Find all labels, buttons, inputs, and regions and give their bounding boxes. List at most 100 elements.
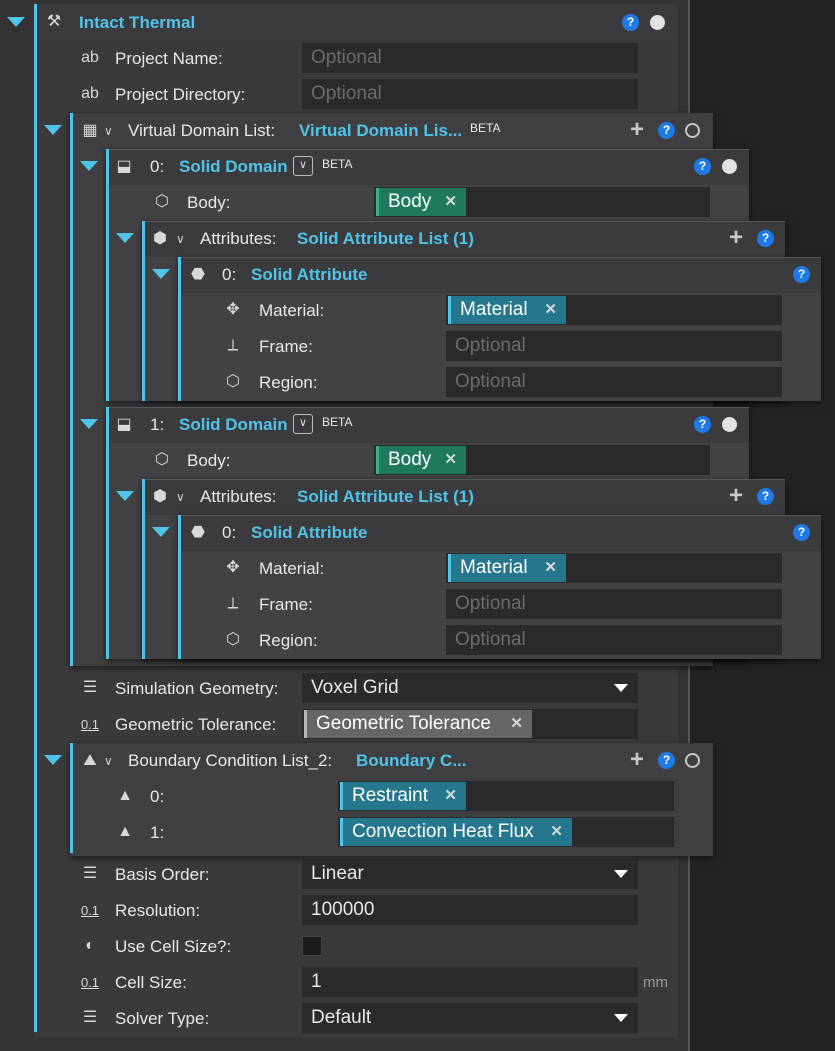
attributes-value[interactable]: Solid Attribute List (1)	[297, 487, 474, 507]
attr-0-index: 0:	[222, 265, 237, 284]
solid-icon: ⬓	[116, 158, 132, 175]
dropdown-icon[interactable]: ∨	[293, 156, 313, 176]
help-icon[interactable]: ?	[658, 122, 675, 139]
number-icon: 0.1	[80, 717, 100, 732]
domain-0-name[interactable]: Solid Domain	[179, 157, 288, 177]
resolution-field[interactable]: 100000	[302, 895, 638, 925]
boundary-icon: ▲	[117, 787, 133, 804]
body-icon: ⬡	[155, 193, 169, 210]
region-field[interactable]: Optional	[446, 367, 782, 397]
attr-1-name[interactable]: Solid Attribute	[251, 523, 367, 543]
basis-order-select[interactable]: Linear	[302, 859, 638, 889]
bc-1-chip[interactable]: Convection Heat Flux ✕	[340, 818, 572, 846]
root-title[interactable]: Intact Thermal	[79, 13, 195, 33]
close-icon[interactable]: ✕	[444, 188, 457, 216]
bc-0-chip[interactable]: Restraint ✕	[340, 782, 466, 810]
frame-field[interactable]: Optional	[446, 331, 782, 361]
close-icon[interactable]: ✕	[544, 296, 557, 324]
help-icon[interactable]: ?	[658, 752, 675, 769]
material-chip[interactable]: Material ✕	[448, 554, 566, 582]
collapse-attr-list-0-toggle[interactable]	[116, 233, 134, 243]
collapse-vdl-toggle[interactable]	[44, 125, 62, 135]
close-icon[interactable]: ✕	[444, 782, 457, 810]
sim-geometry-select[interactable]: Voxel Grid	[302, 673, 638, 703]
domain-0-rail	[106, 149, 109, 401]
project-directory-field[interactable]: Optional	[302, 79, 638, 109]
attribute-icon: ⬣	[191, 266, 205, 283]
region-field[interactable]: Optional	[446, 625, 782, 655]
number-icon: 0.1	[80, 975, 100, 990]
attributes-value[interactable]: Solid Attribute List (1)	[297, 229, 474, 249]
chevron-down-icon[interactable]: ∨	[104, 751, 113, 771]
add-icon[interactable]: +	[630, 118, 644, 142]
attr-1-index: 0:	[222, 523, 237, 542]
close-icon[interactable]: ✕	[544, 554, 557, 582]
geo-tolerance-chip[interactable]: Geometric Tolerance ✕	[304, 710, 532, 738]
chevron-down-icon[interactable]: ∨	[104, 121, 113, 141]
add-icon[interactable]: +	[729, 484, 743, 508]
collapse-attr-list-1-toggle[interactable]	[116, 491, 134, 501]
vdl-rail	[70, 113, 73, 666]
close-icon[interactable]: ✕	[550, 818, 563, 846]
body-chip[interactable]: Body ✕	[376, 188, 466, 216]
help-icon[interactable]: ?	[694, 158, 711, 175]
text-field-icon: ab	[81, 85, 99, 102]
attributes-label: Attributes:	[200, 487, 277, 506]
collapse-attr-0-toggle[interactable]	[152, 269, 170, 279]
collapse-root-toggle[interactable]	[7, 17, 25, 27]
add-icon[interactable]: +	[729, 226, 743, 250]
cell-size-field[interactable]: 1	[302, 967, 638, 997]
status-ring	[685, 123, 700, 138]
help-icon[interactable]: ?	[622, 14, 639, 31]
domain-list-icon: ▦	[82, 122, 98, 139]
help-icon[interactable]: ?	[694, 416, 711, 433]
help-icon[interactable]: ?	[793, 524, 810, 541]
collapse-domain-0-toggle[interactable]	[80, 161, 98, 171]
solver-type-select[interactable]: Default	[302, 1003, 638, 1033]
list-icon: ☰	[82, 1009, 98, 1026]
attr-0-name[interactable]: Solid Attribute	[251, 265, 367, 285]
help-icon[interactable]: ?	[757, 488, 774, 505]
solid-icon: ⬓	[116, 416, 132, 433]
help-icon[interactable]: ?	[757, 230, 774, 247]
material-chip[interactable]: Material ✕	[448, 296, 566, 324]
bcl-value[interactable]: Boundary C...	[356, 751, 467, 771]
region-label: Region:	[259, 373, 318, 392]
dropdown-arrow-icon	[614, 1014, 628, 1022]
domain-1-name[interactable]: Solid Domain	[179, 415, 288, 435]
frame-field[interactable]: Optional	[446, 589, 782, 619]
domain-0-index: 0:	[150, 157, 165, 176]
close-icon[interactable]: ✕	[444, 446, 457, 474]
status-dot	[722, 159, 737, 174]
body-label: Body:	[187, 193, 231, 212]
body-label: Body:	[187, 451, 231, 470]
list-icon: ☰	[82, 679, 98, 696]
chevron-down-icon[interactable]: ∨	[176, 229, 185, 249]
project-name-field[interactable]: Optional	[302, 43, 638, 73]
chevron-down-icon[interactable]: ∨	[176, 487, 185, 507]
dropdown-icon[interactable]: ∨	[293, 414, 313, 434]
material-label: Material:	[259, 301, 325, 320]
dropdown-arrow-icon	[614, 870, 628, 878]
collapse-domain-1-toggle[interactable]	[80, 419, 98, 429]
region-icon: ⬡	[226, 373, 240, 390]
frame-icon: ⟂	[227, 595, 239, 612]
geo-tolerance-chip-label: Geometric Tolerance	[316, 713, 491, 734]
add-icon[interactable]: +	[630, 748, 644, 772]
body-chip[interactable]: Body ✕	[376, 446, 466, 474]
project-directory-label: Project Directory:	[115, 85, 246, 104]
collapse-attr-1-toggle[interactable]	[152, 527, 170, 537]
resolution-label: Resolution:	[115, 901, 201, 920]
collapse-bcl-toggle[interactable]	[44, 755, 62, 765]
root-rail	[34, 4, 37, 1032]
bcl-label: Boundary Condition List_2:	[128, 751, 333, 770]
status-dot	[722, 417, 737, 432]
attribute-icon: ⬣	[191, 524, 205, 541]
vdl-value[interactable]: Virtual Domain Lis...	[299, 121, 462, 141]
material-icon: ✥	[226, 559, 240, 576]
number-icon: 0.1	[80, 903, 100, 918]
close-icon[interactable]: ✕	[510, 710, 523, 738]
status-ring	[685, 753, 700, 768]
help-icon[interactable]: ?	[793, 266, 810, 283]
use-cell-size-checkbox[interactable]	[302, 936, 322, 956]
